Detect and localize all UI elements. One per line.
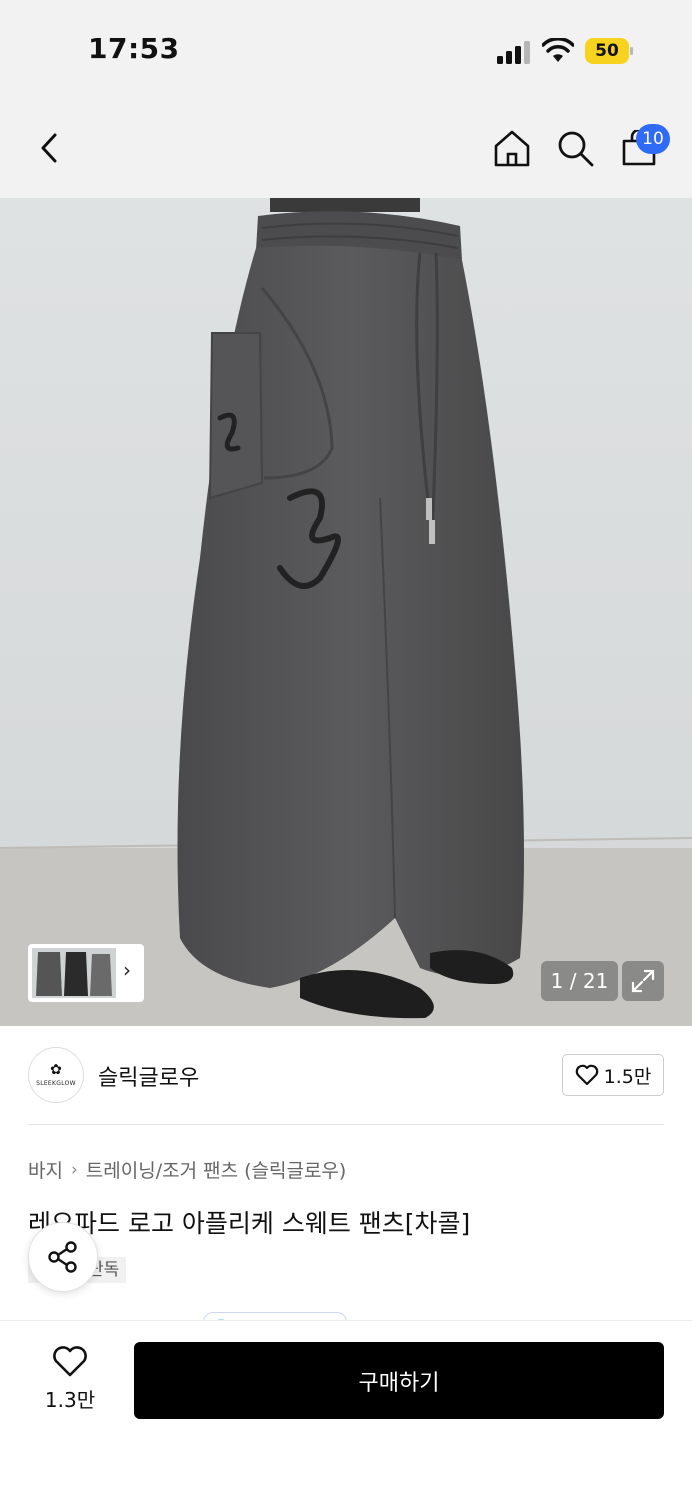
search-button[interactable] (551, 124, 599, 172)
back-button[interactable] (26, 124, 74, 172)
breadcrumb: 바지 › 트레이닝/조거 팬츠 (슬릭글로우) (28, 1156, 346, 1183)
status-bar: 17:53 50 (0, 0, 692, 100)
product-title: 레오파드 로고 아플리케 스웨트 팬츠[차콜] (28, 1209, 471, 1238)
wishlist-count: 1.3만 (44, 1388, 96, 1412)
breadcrumb-category[interactable]: 바지 (28, 1156, 63, 1183)
brand-like-count: 1.5만 (603, 1065, 652, 1088)
search-icon (558, 131, 594, 167)
image-counter: 1 / 21 (541, 961, 618, 1001)
thumbnail-photo (32, 948, 116, 998)
top-navigation (0, 100, 692, 198)
battery-indicator: 50 (585, 38, 633, 64)
expand-icon (631, 969, 655, 993)
chevron-right-icon: › (70, 1159, 78, 1180)
cart-count-badge: 10 (636, 124, 670, 154)
expand-button[interactable] (622, 961, 664, 1001)
share-button[interactable] (28, 1222, 98, 1292)
battery-cap (630, 47, 633, 55)
buy-button[interactable]: 구매하기 (134, 1342, 664, 1419)
home-icon (494, 130, 530, 167)
breadcrumb-subcategory[interactable]: 트레이닝/조거 팬츠 (슬릭글로우) (86, 1156, 347, 1183)
divider (28, 1124, 664, 1125)
brand-name[interactable]: 슬릭글로우 (98, 1060, 199, 1092)
heart-icon (575, 1064, 598, 1086)
cellular-signal-icon (497, 41, 530, 64)
share-icon (48, 1241, 77, 1273)
product-image-gallery[interactable] (0, 198, 692, 1026)
home-button[interactable] (488, 124, 536, 172)
wifi-icon (542, 38, 574, 62)
heart-icon (53, 1346, 87, 1377)
status-time: 17:53 (88, 32, 180, 65)
chevron-right-icon[interactable]: › (123, 958, 131, 982)
product-photo (0, 198, 692, 1026)
battery-level: 50 (585, 38, 629, 64)
brand-like-button[interactable]: 1.5만 (562, 1054, 664, 1096)
wishlist-button[interactable]: 1.3만 (36, 1346, 104, 1416)
chevron-left-icon (41, 133, 57, 163)
brand-flower-icon: ✿ (50, 1062, 62, 1078)
thumbnail-strip[interactable]: › (28, 944, 144, 1002)
brand-logo-text: SLEEKGLOW (36, 1080, 76, 1087)
brand-logo[interactable]: ✿ SLEEKGLOW (28, 1047, 84, 1103)
thumbnail-image[interactable] (32, 948, 116, 998)
